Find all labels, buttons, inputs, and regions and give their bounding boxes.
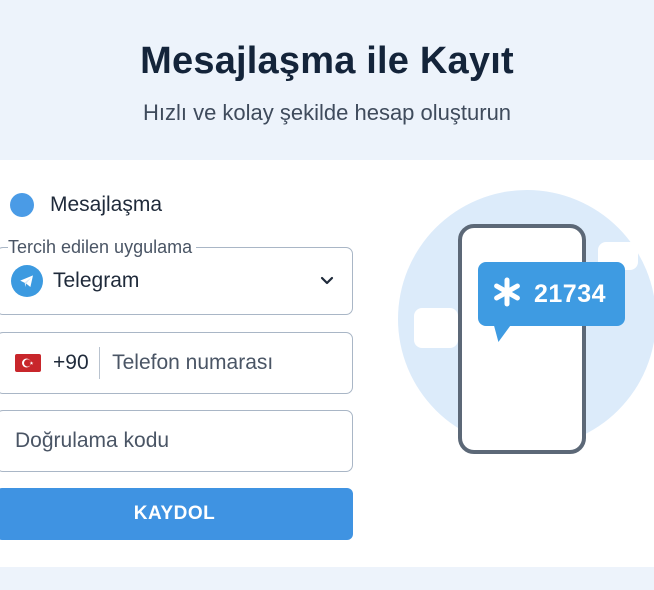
phone-illustration-icon bbox=[458, 224, 586, 454]
radio-selected-icon[interactable] bbox=[10, 193, 34, 217]
page-subtitle: Hızlı ve kolay şekilde hesap oluşturun bbox=[142, 100, 512, 125]
otp-code: 21734 bbox=[534, 279, 607, 308]
page-header: Mesajlaşma ile Kayıt Hızlı ve kolay şeki… bbox=[0, 0, 654, 160]
method-label: Mesajlaşma bbox=[50, 193, 163, 216]
app-select-value: Telegram bbox=[53, 269, 140, 292]
page-title: Mesajlaşma ile Kayıt bbox=[140, 40, 514, 82]
otp-message-bubble: 21734 bbox=[478, 262, 625, 326]
phone-input[interactable]: Telefon numarası bbox=[112, 351, 273, 375]
app-select-label: Tercih edilen uygulama bbox=[8, 238, 197, 256]
verification-code-field[interactable]: Doğrulama kodu bbox=[0, 410, 353, 472]
phone-divider bbox=[98, 347, 101, 379]
verification-code-input[interactable]: Doğrulama kodu bbox=[15, 429, 169, 453]
app-select[interactable]: Telegram bbox=[0, 247, 353, 315]
method-radio[interactable]: Mesajlaşma bbox=[10, 192, 162, 218]
otp-bubble-tail bbox=[490, 324, 512, 342]
registration-card: Mesajlaşma Telegram Tercih edilen uygula… bbox=[0, 160, 654, 567]
chat-bubble-left bbox=[414, 308, 458, 348]
telegram-icon bbox=[11, 265, 43, 297]
phone-field[interactable]: +90 Telefon numarası bbox=[0, 332, 353, 394]
asterisk-icon bbox=[492, 277, 522, 312]
country-code[interactable]: +90 bbox=[53, 351, 89, 375]
chevron-down-icon[interactable] bbox=[320, 273, 334, 291]
otp-illustration: 21734 bbox=[398, 190, 654, 454]
turkey-flag-icon bbox=[15, 354, 41, 372]
register-button[interactable]: KAYDOL bbox=[0, 488, 353, 540]
